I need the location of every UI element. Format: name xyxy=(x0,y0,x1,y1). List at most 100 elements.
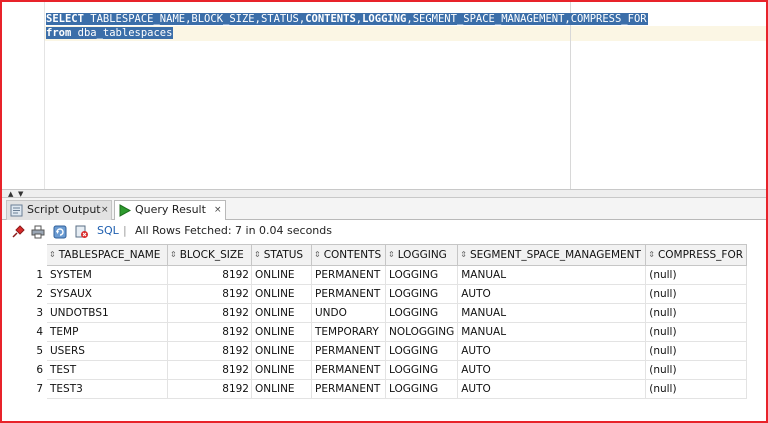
column-header-compress-for[interactable]: ⇕ COMPRESS_FOR xyxy=(645,244,748,266)
cell-contents[interactable]: UNDO xyxy=(311,303,386,323)
column-header-logging[interactable]: ⇕ LOGGING xyxy=(384,244,459,266)
cell-tablespace-name[interactable]: USERS xyxy=(46,341,168,361)
tab-query-result-label: Query Result xyxy=(135,203,206,216)
column-header-contents[interactable]: ⇕ CONTENTS xyxy=(311,244,386,266)
cell-compress-for[interactable]: (null) xyxy=(645,265,748,285)
cell-segment-space-management[interactable]: AUTO xyxy=(457,284,647,304)
pin-icon[interactable] xyxy=(11,224,25,238)
cell-segment-space-management[interactable]: MANUAL xyxy=(457,265,647,285)
cell-block-size[interactable]: 8192 xyxy=(167,303,252,323)
cell-tablespace-name[interactable]: SYSAUX xyxy=(46,284,168,304)
cell-row-number: 6 xyxy=(6,360,47,380)
tab-query-result-close-icon[interactable]: × xyxy=(214,201,222,219)
cell-compress-for[interactable]: (null) xyxy=(645,379,748,399)
cell-block-size[interactable]: 8192 xyxy=(167,379,252,399)
sql-keyword: SELECT xyxy=(46,13,84,25)
cell-logging[interactable]: LOGGING xyxy=(384,341,459,361)
cell-contents[interactable]: PERMANENT xyxy=(311,341,386,361)
cell-block-size[interactable]: 8192 xyxy=(167,341,252,361)
cell-tablespace-name[interactable]: TEST3 xyxy=(46,379,168,399)
cell-row-number: 2 xyxy=(6,284,47,304)
row-number-header xyxy=(6,244,47,266)
cell-block-size[interactable]: 8192 xyxy=(167,360,252,380)
cell-segment-space-management[interactable]: MANUAL xyxy=(457,322,647,342)
cell-contents[interactable]: PERMANENT xyxy=(311,265,386,285)
cell-compress-for[interactable]: (null) xyxy=(645,284,748,304)
sql-keyword: LOGGING xyxy=(362,13,407,25)
print-icon[interactable] xyxy=(31,224,45,239)
cell-contents[interactable]: PERMANENT xyxy=(311,379,386,399)
cell-status[interactable]: ONLINE xyxy=(251,341,312,361)
cell-tablespace-name[interactable]: SYSTEM xyxy=(46,265,168,285)
sql-text: dba_tablespaces xyxy=(71,27,173,39)
cell-block-size[interactable]: 8192 xyxy=(167,284,252,304)
cell-compress-for[interactable]: (null) xyxy=(645,322,748,342)
results-table: ⇕ TABLESPACE_NAME ⇕ BLOCK_SIZE ⇕ STATUS ⇕ CO… xyxy=(6,244,748,399)
sql-link[interactable]: SQL xyxy=(97,224,119,238)
editor-right-margin xyxy=(570,2,571,189)
cell-status[interactable]: ONLINE xyxy=(251,322,312,342)
cell-logging[interactable]: LOGGING xyxy=(384,303,459,323)
column-header-tablespace-name[interactable]: ⇕ TABLESPACE_NAME xyxy=(46,244,168,266)
cell-logging[interactable]: LOGGING xyxy=(384,284,459,304)
table-row[interactable]: 1 SYSTEM 8192 ONLINE PERMANENT LOGGING MANUAL(… xyxy=(6,265,748,285)
toolbar-separator: | xyxy=(123,224,127,237)
cell-block-size[interactable]: 8192 xyxy=(167,265,252,285)
column-header-segment-space-management[interactable]: ⇕ SEGMENT_SPACE_MANAGEMENT xyxy=(457,244,647,266)
sort-icon: ⇕ xyxy=(460,250,467,259)
fetch-status: All Rows Fetched: 7 in 0.04 seconds xyxy=(135,224,332,237)
cell-compress-for[interactable]: (null) xyxy=(645,303,748,323)
tab-script-output[interactable]: Script Output × xyxy=(6,200,112,220)
table-row[interactable]: 4 TEMP 8192 ONLINE TEMPORARY NOLOGGING MANUAL(… xyxy=(6,322,748,342)
cell-contents[interactable]: TEMPORARY xyxy=(311,322,386,342)
cell-row-number: 3 xyxy=(6,303,47,323)
column-header-status[interactable]: ⇕ STATUS xyxy=(251,244,312,266)
cell-logging[interactable]: LOGGING xyxy=(384,379,459,399)
cell-segment-space-management[interactable]: MANUAL xyxy=(457,303,647,323)
panel-splitter[interactable]: ▲ ▼ xyxy=(2,189,766,198)
cell-status[interactable]: ONLINE xyxy=(251,265,312,285)
sort-icon: ⇕ xyxy=(49,250,56,259)
split-up-arrow-icon[interactable]: ▲ xyxy=(8,191,13,198)
cell-contents[interactable]: PERMANENT xyxy=(311,284,386,304)
column-header-block-size[interactable]: ⇕ BLOCK_SIZE xyxy=(167,244,252,266)
table-row[interactable]: 6 TEST 8192 ONLINE PERMANENT LOGGING AUTO (null… xyxy=(6,360,748,380)
sql-text: ,SEGMENT_SPACE_MANAGEMENT,COMPRESS_FOR xyxy=(406,13,647,25)
refresh-icon[interactable] xyxy=(53,224,67,239)
sql-keyword: from xyxy=(46,27,72,39)
cell-status[interactable]: ONLINE xyxy=(251,303,312,323)
cell-logging[interactable]: LOGGING xyxy=(384,360,459,380)
cell-row-number: 1 xyxy=(6,265,47,285)
selected-code: from dba_tablespaces xyxy=(46,27,174,39)
cell-logging[interactable]: LOGGING xyxy=(384,265,459,285)
tab-script-output-close-icon[interactable]: × xyxy=(101,201,109,219)
tab-query-result[interactable]: Query Result × xyxy=(114,200,226,221)
cell-segment-space-management[interactable]: AUTO xyxy=(457,341,647,361)
split-down-arrow-icon[interactable]: ▼ xyxy=(18,191,23,198)
cell-status[interactable]: ONLINE xyxy=(251,284,312,304)
table-row[interactable]: 7 TEST3 8192 ONLINE PERMANENT LOGGING AUTO (nul… xyxy=(6,379,748,399)
results-tab-bar: Script Output × Query Result × xyxy=(2,198,766,221)
cell-compress-for[interactable]: (null) xyxy=(645,341,748,361)
cell-tablespace-name[interactable]: TEMP xyxy=(46,322,168,342)
sort-icon: ⇕ xyxy=(170,250,177,259)
code-line-2[interactable]: from dba_tablespaces xyxy=(46,26,174,40)
cell-segment-space-management[interactable]: AUTO xyxy=(457,360,647,380)
cancel-query-icon[interactable] xyxy=(75,224,89,238)
cell-status[interactable]: ONLINE xyxy=(251,379,312,399)
sql-editor[interactable]: SELECT TABLESPACE_NAME,BLOCK_SIZE,STATUS… xyxy=(2,2,766,189)
cell-status[interactable]: ONLINE xyxy=(251,360,312,380)
cell-contents[interactable]: PERMANENT xyxy=(311,360,386,380)
app-frame: SELECT TABLESPACE_NAME,BLOCK_SIZE,STATUS… xyxy=(0,0,768,423)
cell-tablespace-name[interactable]: TEST xyxy=(46,360,168,380)
cell-compress-for[interactable]: (null) xyxy=(645,360,748,380)
cell-block-size[interactable]: 8192 xyxy=(167,322,252,342)
table-row[interactable]: 2 SYSAUX 8192 ONLINE PERMANENT LOGGING AUTO (nu… xyxy=(6,284,748,304)
table-row[interactable]: 3 UNDOTBS1 8192 ONLINE UNDO LOGGING MANUAL (nul… xyxy=(6,303,748,323)
code-line-1[interactable]: SELECT TABLESPACE_NAME,BLOCK_SIZE,STATUS… xyxy=(46,12,648,26)
cell-logging[interactable]: NOLOGGING xyxy=(384,322,459,342)
table-row[interactable]: 5 USERS 8192 ONLINE PERMANENT LOGGING AUTO (nul… xyxy=(6,341,748,361)
cell-segment-space-management[interactable]: AUTO xyxy=(457,379,647,399)
tab-script-output-label: Script Output xyxy=(27,203,101,216)
cell-tablespace-name[interactable]: UNDOTBS1 xyxy=(46,303,168,323)
